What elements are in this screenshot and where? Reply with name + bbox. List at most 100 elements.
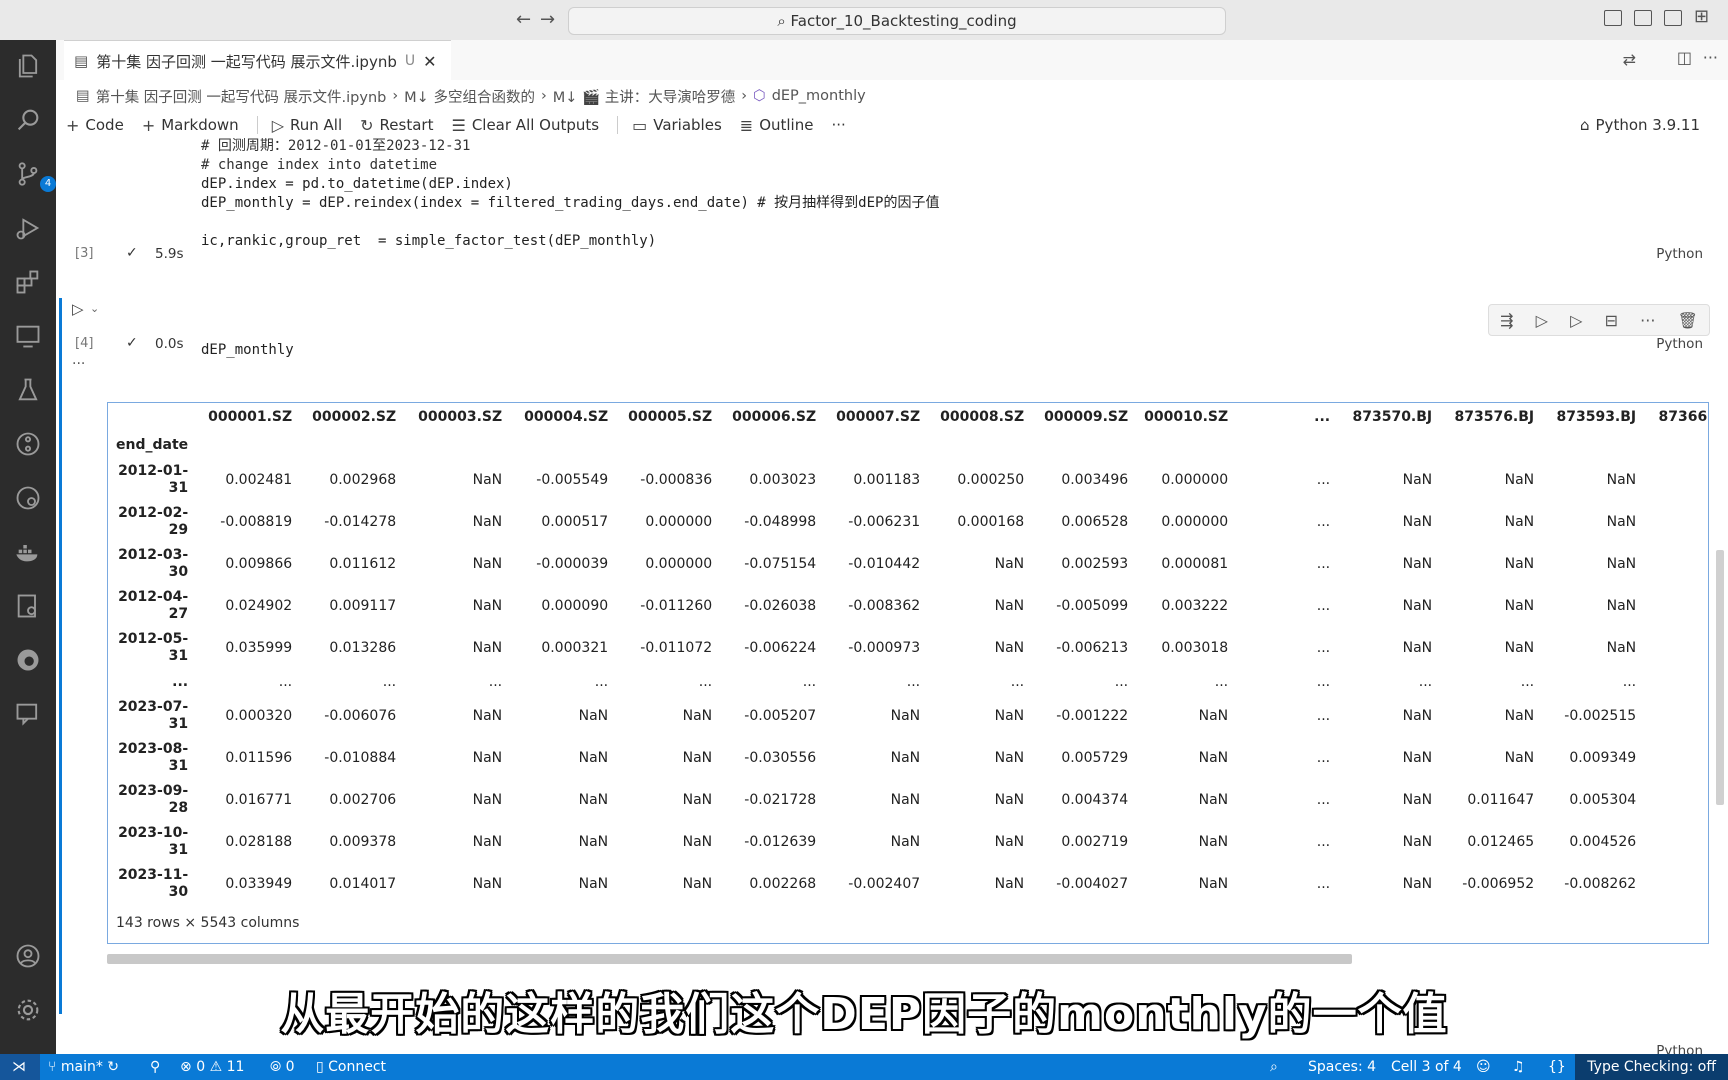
command-center[interactable]: ⌕ Factor_10_Backtesting_coding — [568, 7, 1226, 35]
row-index-part: 2023-10- — [118, 825, 189, 841]
restart-button[interactable]: ↻ Restart — [360, 116, 433, 135]
toggle-sidebar-icon[interactable] — [1604, 10, 1622, 26]
status-bar: ⋊ ⑂ main* ↻ ⚲ ⊗ 0 ⚠ 11 ⦾ 0 ▯ Connect ⌕ S… — [0, 1054, 1728, 1080]
testing-flask-icon[interactable] — [12, 374, 44, 406]
table-cell: -0.026038 — [744, 598, 817, 614]
table-cell: NaN — [1644, 695, 1708, 737]
table-row: 2023-09- 28 0.016771 0.002706 NaN NaN NaN -0.02… — [108, 779, 1708, 821]
table-cell: NaN — [1606, 640, 1637, 656]
chevron-down-icon[interactable]: ⌄ — [90, 302, 99, 315]
column-header: 000008.SZ — [940, 409, 1025, 425]
remote-explorer-icon[interactable] — [12, 320, 44, 352]
braces-icon[interactable]: {} — [1548, 1054, 1566, 1080]
zoom-icon[interactable]: ⌕ — [1270, 1054, 1278, 1080]
run-debug-icon[interactable] — [12, 212, 44, 244]
table-cell: ... — [278, 674, 293, 690]
table-cell: -0.000039 — [536, 556, 609, 572]
table-cell: 0.002719 — [1061, 834, 1129, 850]
table-cell: ... — [1316, 514, 1331, 530]
table-row: 2012-03- 30 0.009866 0.011612 NaN -0.000039 0.… — [108, 543, 1708, 585]
table-cell: NaN — [1606, 598, 1637, 614]
close-icon[interactable]: ✕ — [423, 52, 436, 71]
docker-icon[interactable] — [12, 536, 44, 568]
edge-browser-icon[interactable] — [12, 644, 44, 676]
ports-indicator[interactable]: ⦾ 0 — [270, 1054, 295, 1080]
run-by-line-icon[interactable]: ⇶ — [1500, 311, 1513, 330]
execute-below-icon[interactable]: ▷ — [1570, 311, 1582, 330]
notebook-file-icon: ▤ — [74, 52, 89, 70]
table-cell: 0.009866 — [225, 556, 293, 572]
git-branch-icon: ⑂ — [48, 1059, 61, 1075]
run-cell-icon[interactable]: ▷ — [72, 300, 84, 318]
split-cell-icon[interactable]: ⊟ — [1605, 311, 1618, 330]
table-cell: 0.006528 — [1061, 514, 1129, 530]
code-line: # change index into datetime — [201, 157, 438, 173]
table-cell: -0.005207 — [744, 708, 817, 724]
table-cell: 0.003023 — [749, 472, 817, 488]
vertical-scrollbar[interactable] — [1716, 550, 1724, 805]
forward-arrow-icon[interactable]: → — [540, 9, 555, 30]
toggle-secondary-sidebar-icon[interactable] — [1664, 10, 1682, 26]
jupyter-settings-icon[interactable] — [12, 590, 44, 622]
problems-indicator[interactable]: ⊗ 0 ⚠ 11 — [180, 1054, 244, 1080]
search-icon[interactable] — [12, 104, 44, 136]
chat-icon[interactable] — [12, 698, 44, 730]
indentation-indicator[interactable]: Spaces: 4 — [1308, 1054, 1376, 1080]
toggle-panel-icon[interactable] — [1634, 10, 1652, 26]
outline-button[interactable]: ≣ Outline — [740, 116, 814, 135]
notebook-tab[interactable]: ▤ 第十集 因子回测 一起写代码 展示文件.ipynb U ✕ — [64, 40, 451, 81]
cell-language[interactable]: Python — [1656, 246, 1703, 262]
column-header: 000002.SZ — [312, 409, 397, 425]
customize-layout-icon[interactable]: ⊞ — [1694, 6, 1709, 27]
remote-indicator[interactable]: ⋊ — [0, 1054, 40, 1080]
branch-indicator[interactable]: ⑂ main* ↻ — [48, 1054, 119, 1080]
gitlens-icon[interactable] — [12, 482, 44, 514]
breadcrumb-item[interactable]: M↓ 多空组合函数的 — [404, 86, 535, 107]
publish-icon[interactable]: ⚲ — [150, 1054, 160, 1080]
split-editor-icon[interactable]: ◫ — [1677, 48, 1692, 67]
column-header: 000006.SZ — [732, 409, 817, 425]
copilot-icon[interactable]: ☺ — [1476, 1054, 1491, 1080]
extensions-icon[interactable] — [12, 266, 44, 298]
source-control-icon[interactable]: 4 — [12, 158, 56, 192]
table-cell: ... — [1316, 472, 1331, 488]
table-cell: NaN — [994, 876, 1025, 892]
more-actions-icon[interactable]: ··· — [1703, 48, 1718, 67]
notifications-bell-icon[interactable]: ♫ — [1512, 1054, 1525, 1080]
horizontal-scrollbar[interactable] — [107, 954, 1352, 964]
code-cell-3-editor[interactable]: # 回测周期：2012-01-01至2023-12-31 # change ind… — [201, 137, 939, 251]
back-arrow-icon[interactable]: ← — [516, 9, 531, 30]
git-graph-icon[interactable] — [12, 428, 44, 460]
table-cell: 0.024902 — [225, 598, 293, 614]
cell-language[interactable]: Python — [1656, 336, 1703, 352]
breadcrumb-item[interactable]: M↓ 🎬 主讲：大导演哈罗德 — [553, 86, 735, 107]
output-actions-icon[interactable]: ··· — [72, 356, 85, 372]
cell-position-indicator[interactable]: Cell 3 of 4 — [1391, 1054, 1462, 1080]
more-cell-actions-icon[interactable]: ··· — [1640, 311, 1655, 330]
code-cell-4-editor[interactable]: dEP_monthly — [201, 342, 294, 358]
clear-outputs-button[interactable]: ☰ Clear All Outputs — [451, 116, 599, 135]
variables-button[interactable]: ▭ Variables — [632, 116, 722, 135]
accounts-icon[interactable] — [12, 940, 44, 972]
compare-changes-icon[interactable]: ⇄ — [1623, 50, 1636, 69]
run-all-button[interactable]: ▷ Run All — [272, 116, 342, 135]
more-toolbar-button[interactable]: ··· — [831, 116, 845, 134]
table-cell: NaN — [1402, 472, 1433, 488]
add-markdown-button[interactable]: + Markdown — [142, 116, 239, 135]
table-cell: ... — [594, 674, 609, 690]
add-code-button[interactable]: + Code — [66, 116, 124, 135]
breadcrumb-item[interactable]: 第十集 因子回测 一起写代码 展示文件.ipynb — [96, 86, 387, 107]
type-checking-indicator[interactable]: Type Checking: off — [1575, 1054, 1728, 1080]
table-row: 2012-04- 27 0.024902 0.009117 NaN 0.000090 -0.… — [108, 585, 1708, 627]
breadcrumb-item[interactable]: dEP_monthly — [772, 88, 866, 104]
table-cell: NaN — [578, 708, 609, 724]
explorer-icon[interactable] — [12, 50, 44, 82]
execute-above-icon[interactable]: ▷ — [1536, 311, 1548, 330]
connect-button[interactable]: ▯ Connect — [316, 1054, 386, 1080]
table-cell: ... — [1520, 674, 1535, 690]
kernel-picker[interactable]: ⌂ Python 3.9.11 — [1580, 116, 1700, 134]
table-cell: ... — [1316, 598, 1331, 614]
delete-cell-icon[interactable]: 🗑 — [1678, 311, 1698, 330]
row-index: 2012-01- 31 — [108, 459, 196, 501]
